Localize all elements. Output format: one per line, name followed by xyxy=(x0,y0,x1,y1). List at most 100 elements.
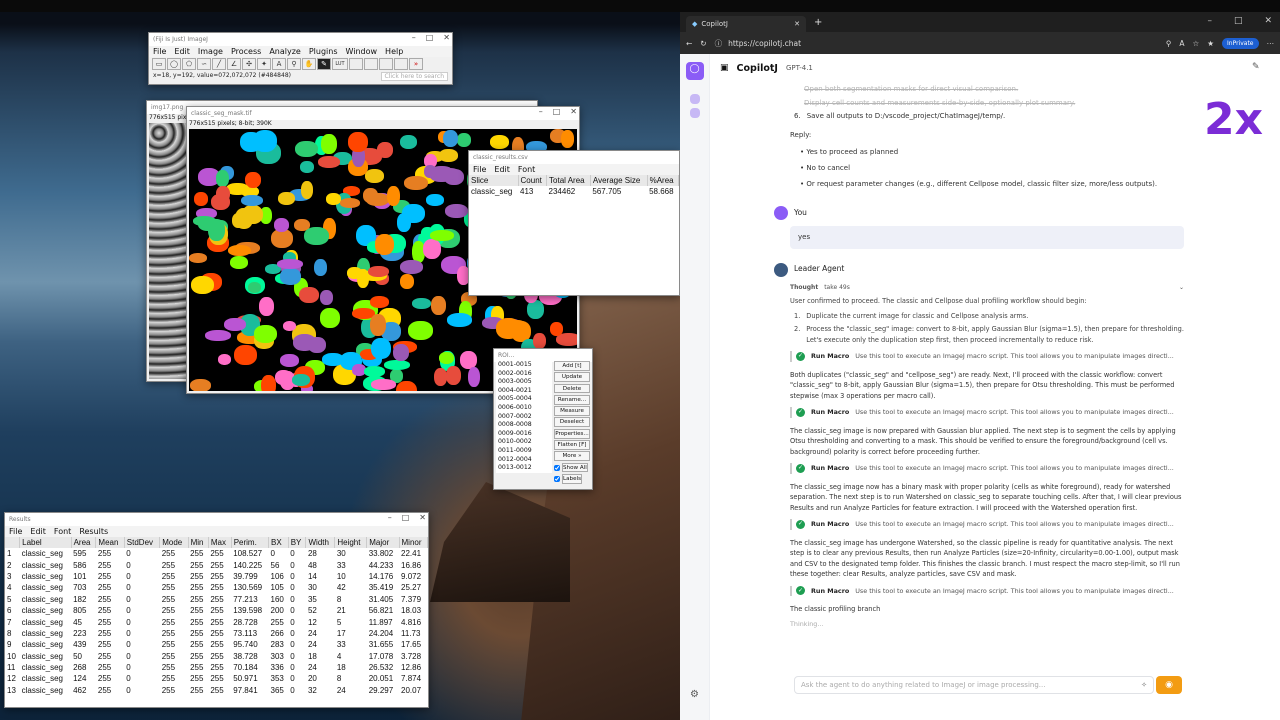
read-aloud-icon[interactable]: A xyxy=(1179,39,1184,48)
list-item[interactable]: 0003-0005 xyxy=(498,378,552,387)
roi-add-button[interactable]: Add [t] xyxy=(554,361,590,371)
roi-properties-button[interactable]: Properties... xyxy=(554,428,590,439)
list-item[interactable]: 0009-0016 xyxy=(498,430,552,439)
list-item[interactable]: 0011-0009 xyxy=(498,447,552,456)
browser-tab[interactable]: ◆ CopilotJ ✕ xyxy=(686,16,806,32)
results-header[interactable]: Major xyxy=(366,537,400,548)
point-tool-icon[interactable]: ✣ xyxy=(242,58,256,70)
results-header[interactable]: Max xyxy=(208,537,232,548)
table-row[interactable]: classic_seg 413 234462 567.705 58.668 xyxy=(469,186,679,197)
maximize-icon[interactable]: □ xyxy=(402,513,410,522)
wand-tool-icon[interactable]: ✦ xyxy=(257,58,271,70)
menu-plugins[interactable]: Plugins xyxy=(309,47,338,56)
csv-header[interactable]: Count xyxy=(518,175,548,186)
results-header[interactable]: Min xyxy=(188,537,209,548)
table-row[interactable]: 13 classic_seg 462 255 0 255 255 255 97.841 365 0 3… xyxy=(5,685,428,696)
results-header[interactable]: Height xyxy=(334,537,368,548)
chevron-down-icon[interactable]: ⌄ xyxy=(1179,283,1184,294)
favorites-icon[interactable]: ★ xyxy=(1207,39,1214,48)
oval-tool-icon[interactable]: ◯ xyxy=(167,58,181,70)
line-tool-icon[interactable]: ╱ xyxy=(212,58,226,70)
results-header[interactable] xyxy=(5,537,21,548)
maximize-icon[interactable]: □ xyxy=(426,33,434,42)
menu-help[interactable]: Help xyxy=(385,47,403,56)
favorite-icon[interactable]: ☆ xyxy=(1193,39,1200,48)
list-item[interactable]: 0005-0004 xyxy=(498,395,552,404)
table-row[interactable]: 4 classic_seg 703 255 0 255 255 255 130.569 105 0 3… xyxy=(5,582,428,593)
search-field[interactable]: Click here to search xyxy=(380,72,448,81)
reload-icon[interactable]: ↻ xyxy=(700,39,706,48)
roi-deselect-button[interactable]: Deselect xyxy=(554,417,590,428)
freehand-tool-icon[interactable]: ∽ xyxy=(197,58,211,70)
tab-close-icon[interactable]: ✕ xyxy=(794,20,800,28)
chat-icon[interactable]: ◯ xyxy=(685,62,704,80)
results-menu-file[interactable]: File xyxy=(9,527,22,536)
csv-header[interactable]: Slice xyxy=(469,175,519,186)
list-item[interactable]: 0010-0002 xyxy=(498,438,552,447)
rectangle-tool-icon[interactable]: ▭ xyxy=(152,58,166,70)
nav-icon[interactable] xyxy=(689,108,700,118)
roi-delete-button[interactable]: Delete xyxy=(554,383,590,394)
list-item[interactable]: 0006-0010 xyxy=(498,404,552,413)
list-item[interactable]: 0008-0008 xyxy=(498,421,552,430)
table-row[interactable]: 2 classic_seg 586 255 0 255 255 255 140.225 56 0 48… xyxy=(5,559,428,570)
menu-image[interactable]: Image xyxy=(198,47,223,56)
search-icon[interactable]: ⚲ xyxy=(1166,39,1172,48)
back-icon[interactable]: ← xyxy=(686,39,692,48)
table-row[interactable]: 3 classic_seg 101 255 0 255 255 255 39.799 106 0 14… xyxy=(5,571,428,582)
results-header[interactable]: Mean xyxy=(95,537,125,548)
csv-menu-font[interactable]: Font xyxy=(518,165,535,174)
menu-icon[interactable]: ⋯ xyxy=(1267,39,1275,48)
inprivate-badge[interactable]: InPrivate xyxy=(1222,37,1259,49)
list-item[interactable]: 0004-0021 xyxy=(498,387,552,396)
new-tab-icon[interactable]: + xyxy=(814,17,822,28)
send-button[interactable]: ◉ xyxy=(1156,676,1182,694)
macro-call[interactable]: ✓ Run Macro Use this tool to execute an Im… xyxy=(790,407,1184,418)
url-field[interactable]: ⓘ https://copilotj.chat xyxy=(715,38,1158,49)
sidebar-toggle-icon[interactable]: ▣ xyxy=(720,63,729,73)
roi-measure-button[interactable]: Measure xyxy=(554,406,590,416)
table-row[interactable]: 8 classic_seg 223 255 0 255 255 255 73.113 266 0 24… xyxy=(5,628,428,639)
minimize-icon[interactable]: – xyxy=(1207,16,1212,26)
maximize-icon[interactable]: □ xyxy=(1234,16,1243,26)
list-item[interactable]: 0012-0004 xyxy=(498,456,552,465)
csv-menu-file[interactable]: File xyxy=(473,165,486,174)
chat-input[interactable]: Ask the agent to do anything related to … xyxy=(794,676,1154,694)
thought-header[interactable]: Thought take 49s ⌄ xyxy=(790,283,1184,294)
maximize-icon[interactable]: □ xyxy=(553,107,561,116)
hand-tool-icon[interactable]: ✋ xyxy=(302,58,316,70)
table-row[interactable]: 1 classic_seg 595 255 0 255 255 255 108.527 0 0 28 3… xyxy=(5,548,428,559)
results-menu-font[interactable]: Font xyxy=(54,527,71,536)
results-header[interactable]: Area xyxy=(71,537,97,548)
tool-slot-icon[interactable] xyxy=(364,58,378,70)
menu-window[interactable]: Window xyxy=(346,47,378,56)
results-header[interactable]: Width xyxy=(305,537,336,548)
table-row[interactable]: 5 classic_seg 182 255 0 255 255 255 77.213 160 0 35… xyxy=(5,594,428,605)
csv-header[interactable]: Total Area xyxy=(546,175,591,186)
roi-rename-button[interactable]: Rename... xyxy=(554,394,590,405)
macro-call[interactable]: ✓ Run Macro Use this tool to execute an Im… xyxy=(790,463,1184,474)
table-row[interactable]: 9 classic_seg 439 255 0 255 255 255 95.740 283 0 24… xyxy=(5,639,428,650)
tool-slot-icon[interactable] xyxy=(394,58,408,70)
roi-more-button[interactable]: More » xyxy=(554,451,590,462)
polygon-tool-icon[interactable]: ⬠ xyxy=(182,58,196,70)
list-item[interactable]: 0002-0016 xyxy=(498,370,552,379)
brush-icon[interactable]: ✎ xyxy=(1252,62,1260,72)
nav-icon[interactable] xyxy=(689,94,700,104)
minimize-icon[interactable]: – xyxy=(539,107,543,116)
results-header[interactable]: Mode xyxy=(159,537,189,548)
list-item[interactable]: 0007-0002 xyxy=(498,413,552,422)
macro-call[interactable]: ✓ Run Macro Use this tool to execute an Im… xyxy=(790,519,1184,530)
tool-slot-icon[interactable] xyxy=(349,58,363,70)
minimize-icon[interactable]: – xyxy=(388,513,392,522)
results-header[interactable]: Label xyxy=(19,537,72,548)
magic-wand-icon[interactable]: ✧ xyxy=(1141,681,1147,689)
results-header[interactable]: StdDev xyxy=(124,537,161,548)
menu-analyze[interactable]: Analyze xyxy=(269,47,301,56)
labels-checkbox[interactable]: Labels xyxy=(554,473,590,484)
csv-header[interactable]: %Area xyxy=(647,175,680,186)
macro-call[interactable]: ✓ Run Macro Use this tool to execute an Im… xyxy=(790,585,1184,596)
results-menu-results[interactable]: Results xyxy=(79,527,108,536)
settings-icon[interactable]: ⚙ xyxy=(690,689,699,700)
menu-process[interactable]: Process xyxy=(231,47,261,56)
